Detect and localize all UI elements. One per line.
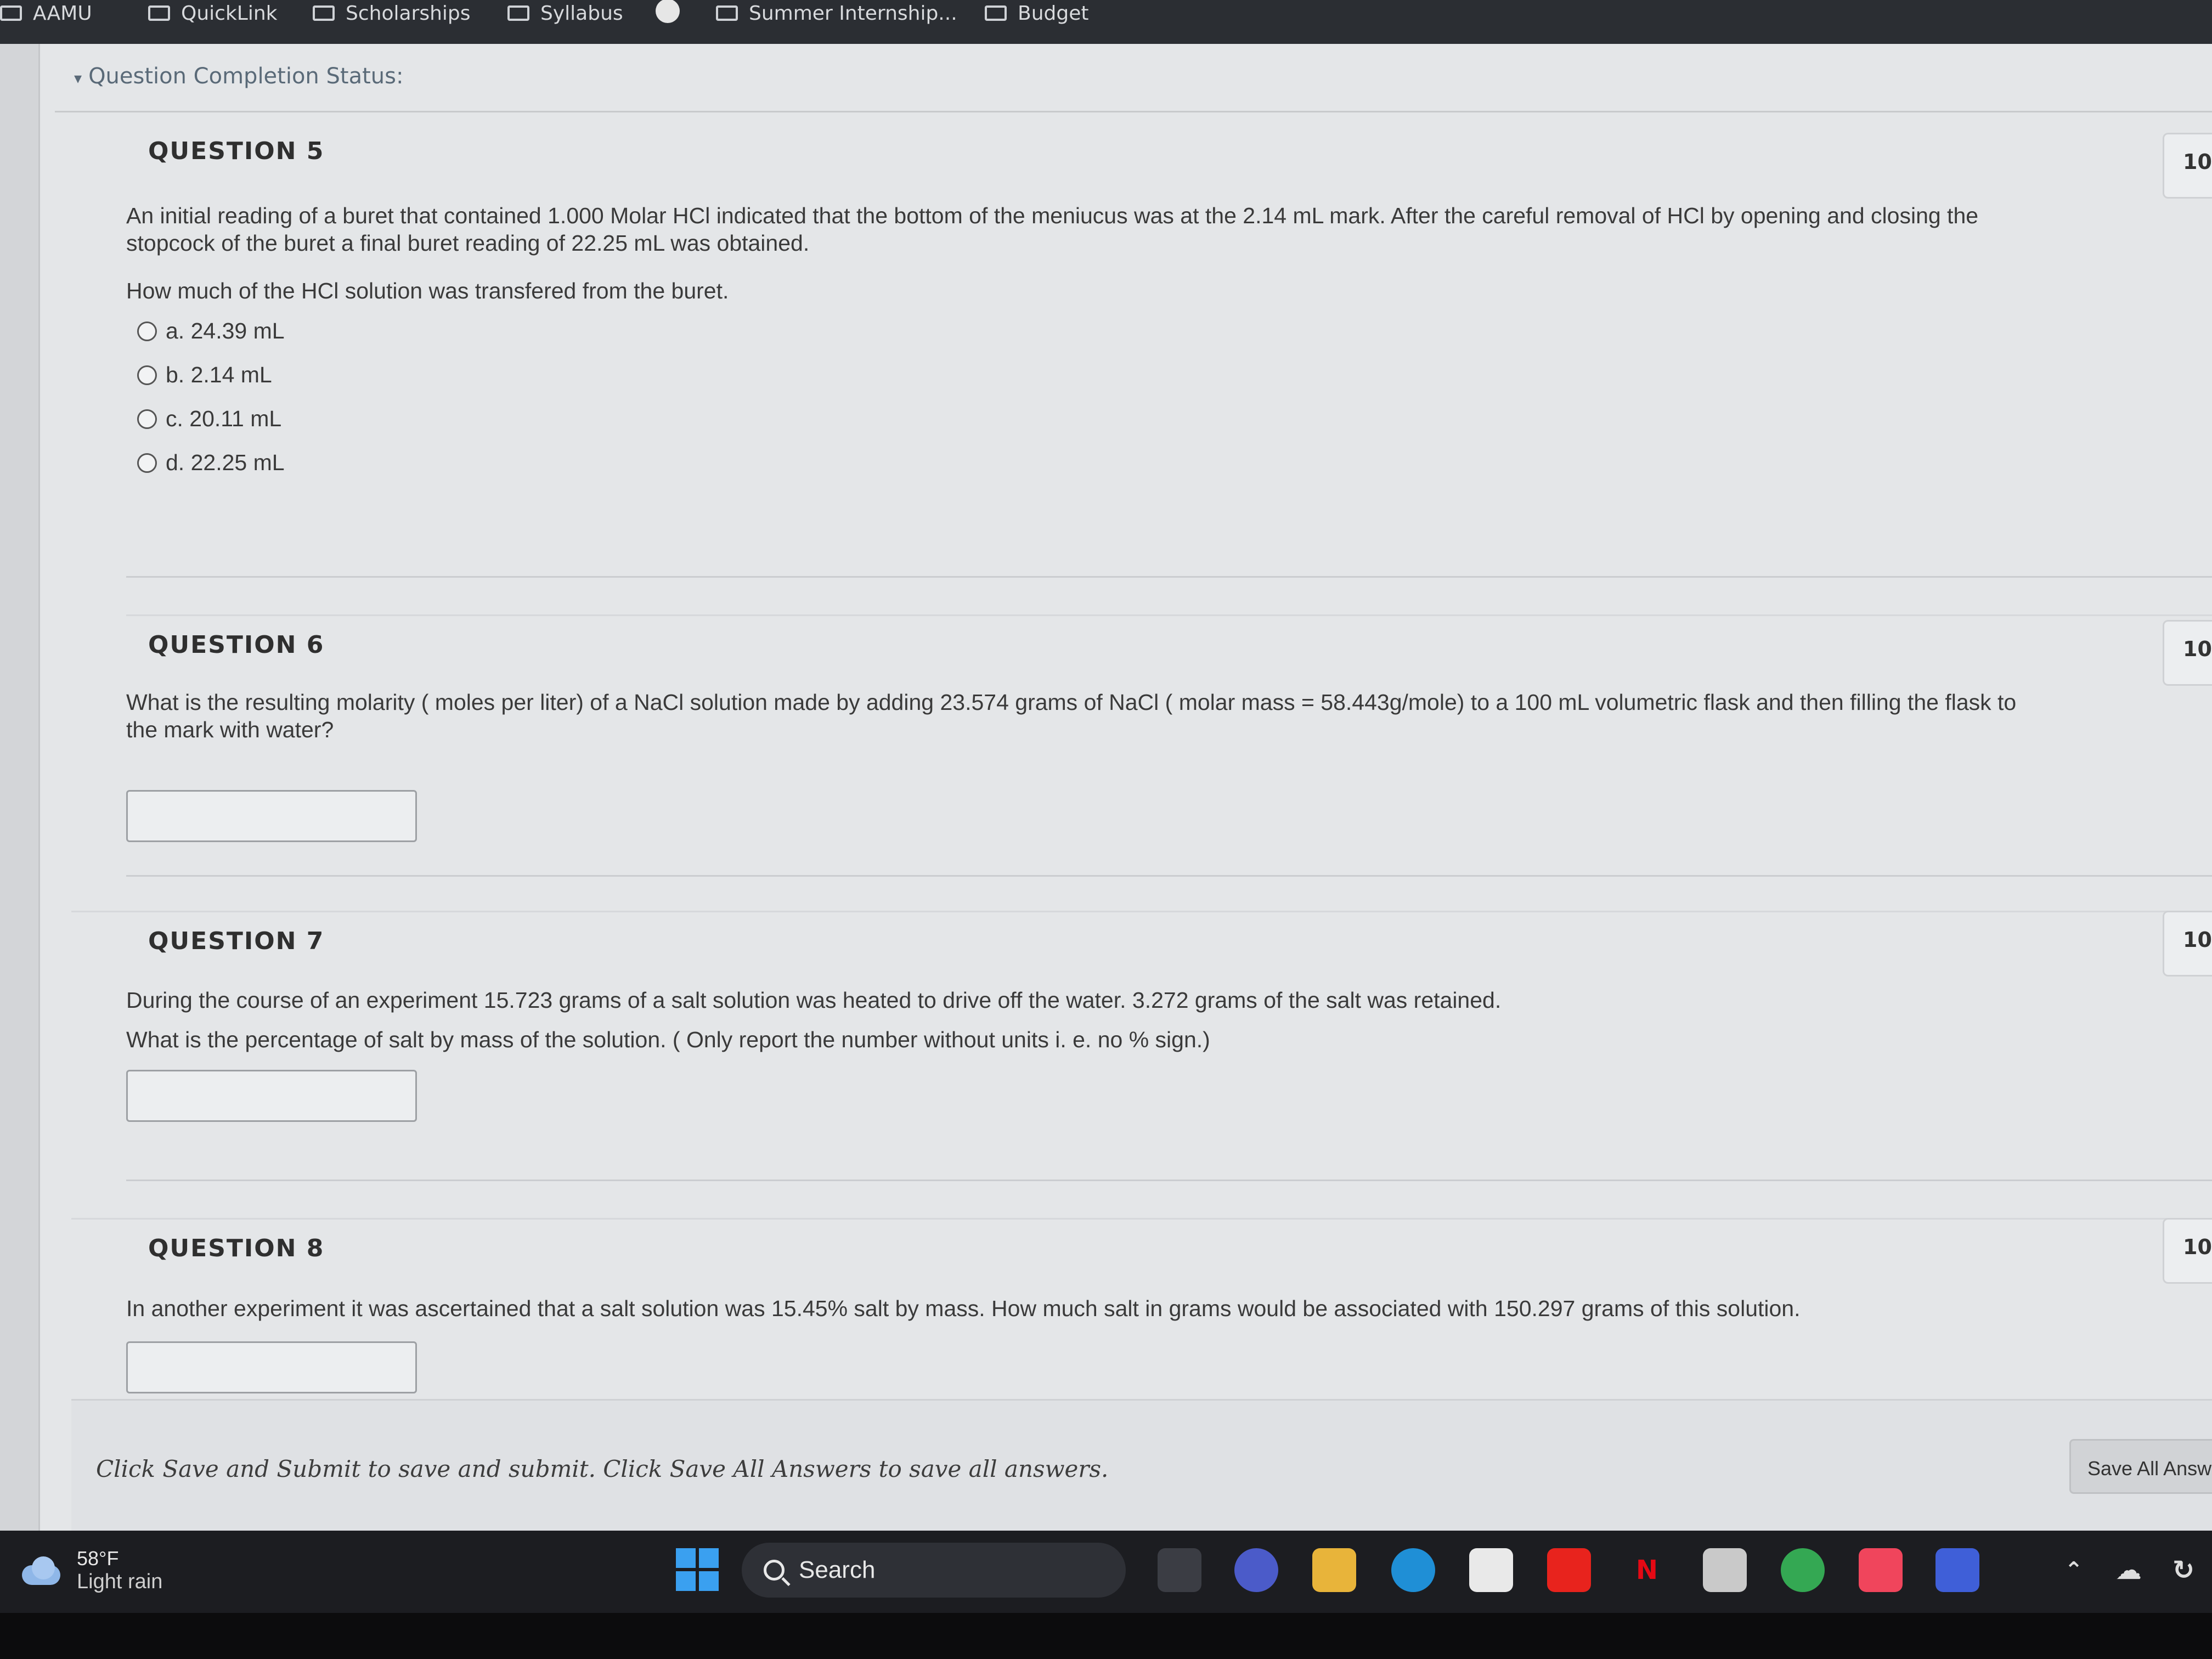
question-text: During the course of an experiment 15.72… <box>126 988 1502 1013</box>
points-badge: 10 <box>2163 911 2212 977</box>
answer-input[interactable] <box>126 790 417 842</box>
option-label: b. 2.14 mL <box>166 362 272 387</box>
points-badge: 10 <box>2163 620 2212 686</box>
sync-icon[interactable]: ↻ <box>2162 1548 2205 1592</box>
question-title: QUESTION 7 <box>148 927 325 955</box>
divider <box>55 111 2212 112</box>
weather-temperature: 58°F <box>77 1547 119 1570</box>
folder-icon <box>313 5 335 21</box>
bookmarks-bar: AAMU QuickLink Scholarships Syllabus Sum… <box>0 0 2212 44</box>
option-label: c. 20.11 mL <box>166 406 282 431</box>
question-title: QUESTION 8 <box>148 1234 325 1262</box>
folder-icon <box>985 5 1007 21</box>
option-b[interactable]: b. 2.14 mL <box>137 362 272 388</box>
weather-widget[interactable]: 58°F Light rain <box>16 1547 162 1594</box>
divider <box>126 576 2212 578</box>
question-text: What is the resulting molarity ( moles p… <box>126 690 2017 742</box>
cloud-rain-icon <box>16 1554 66 1587</box>
taskbar-search[interactable]: Search <box>742 1543 1126 1598</box>
mail-icon[interactable] <box>1703 1548 1747 1592</box>
folder-icon <box>0 5 22 21</box>
youtube-icon[interactable] <box>1547 1548 1591 1592</box>
task-view-icon[interactable] <box>1158 1548 1201 1592</box>
divider <box>126 614 2212 616</box>
bookmark-budget[interactable]: Budget <box>985 0 1088 30</box>
chrome-icon[interactable] <box>1781 1548 1825 1592</box>
points-badge: 10 <box>2163 1218 2212 1284</box>
question-text: An initial reading of a buret that conta… <box>126 203 1979 256</box>
bookmark-aamu[interactable]: AAMU <box>0 0 92 30</box>
folder-icon <box>716 5 738 21</box>
test-page: ▾ Question Completion Status: QUESTION 5 … <box>0 44 2212 1532</box>
divider <box>126 875 2212 877</box>
bookmark-summer-internship[interactable]: Summer Internship... <box>716 0 957 30</box>
question-prompt: What is the percentage of salt by mass o… <box>126 1027 1210 1052</box>
windows-start-icon[interactable] <box>676 1548 719 1591</box>
bookmark-label: AAMU <box>33 2 92 25</box>
question-text: In another experiment it was ascertained… <box>126 1296 1801 1321</box>
question-title: QUESTION 5 <box>148 137 325 165</box>
option-label: d. 22.25 mL <box>166 450 285 475</box>
edge-icon[interactable] <box>1391 1548 1435 1592</box>
divider <box>71 1218 2212 1220</box>
music-icon[interactable] <box>1859 1548 1903 1592</box>
weather-description: Light rain <box>77 1570 163 1593</box>
chevron-up-icon[interactable]: ⌃ <box>2052 1548 2096 1592</box>
teams-icon[interactable] <box>1234 1548 1278 1592</box>
onedrive-icon[interactable]: ☁ <box>2107 1548 2151 1592</box>
bookmark-syllabus[interactable]: Syllabus <box>507 0 623 30</box>
file-explorer-icon[interactable] <box>1312 1548 1356 1592</box>
question-7: QUESTION 7 10 During the course of an ex… <box>71 911 2212 1201</box>
radio-button[interactable] <box>137 365 157 385</box>
answer-input[interactable] <box>126 1341 417 1393</box>
question-completion-status[interactable]: ▾ Question Completion Status: <box>74 64 403 89</box>
radio-button[interactable] <box>137 453 157 473</box>
option-c[interactable]: c. 20.11 mL <box>137 406 281 432</box>
bookmark-label: Syllabus <box>540 2 623 25</box>
collapse-icon: ▾ <box>74 69 82 87</box>
question-prompt: How much of the HCl solution was transfe… <box>126 278 729 303</box>
option-a[interactable]: a. 24.39 mL <box>137 318 285 344</box>
calendar-icon[interactable] <box>1936 1548 1979 1592</box>
bookmark-label: Summer Internship... <box>749 2 957 25</box>
save-all-answers-button[interactable]: Save All Answers <box>2069 1439 2212 1494</box>
bookmark-quicklink[interactable]: QuickLink <box>148 0 278 30</box>
question-title: QUESTION 6 <box>148 631 325 659</box>
bookmark-label: QuickLink <box>181 2 278 25</box>
footer-instructions: Click Save and Submit to save and submit… <box>96 1455 1109 1482</box>
netflix-icon[interactable]: N <box>1625 1548 1669 1592</box>
question-5: QUESTION 5 10 An initial reading of a bu… <box>71 126 2212 565</box>
radio-button[interactable] <box>137 321 157 341</box>
search-label: Search <box>799 1556 876 1583</box>
divider <box>71 911 2212 912</box>
folder-icon <box>148 5 170 21</box>
globe-icon <box>656 0 680 23</box>
microsoft-store-icon[interactable] <box>1469 1548 1513 1592</box>
screen-bezel <box>0 1613 2212 1659</box>
option-label: a. 24.39 mL <box>166 318 285 343</box>
answer-input[interactable] <box>126 1070 417 1122</box>
bookmark-label: Scholarships <box>346 2 471 25</box>
points-badge: 10 <box>2163 133 2212 199</box>
bookmark-globe[interactable] <box>656 0 680 27</box>
question-6: QUESTION 6 10 What is the resulting mola… <box>71 620 2212 894</box>
divider <box>126 1180 2212 1181</box>
option-d[interactable]: d. 22.25 mL <box>137 450 285 476</box>
question-8: QUESTION 8 10 In another experiment it w… <box>71 1218 2212 1399</box>
netflix-glyph: N <box>1635 1555 1658 1585</box>
bookmark-label: Budget <box>1018 2 1089 25</box>
status-label: Question Completion Status: <box>88 64 404 89</box>
search-icon <box>764 1560 785 1581</box>
taskbar: 58°F Light rain Search N ⌃ ☁ ↻ <box>0 1531 2212 1613</box>
bookmark-scholarships[interactable]: Scholarships <box>313 0 471 30</box>
folder-icon <box>507 5 529 21</box>
radio-button[interactable] <box>137 409 157 429</box>
footer-bar: Click Save and Submit to save and submit… <box>71 1399 2212 1532</box>
